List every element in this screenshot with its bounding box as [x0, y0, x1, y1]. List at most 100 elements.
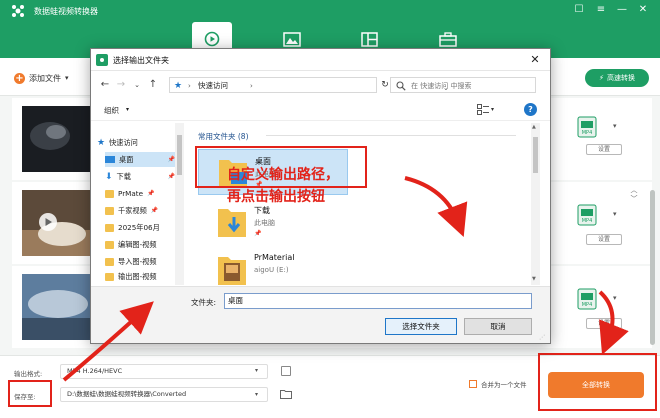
- collapse-expand-icon[interactable]: ︿ ﹀: [629, 186, 639, 208]
- annotation-line: 再点击输出按钮: [227, 189, 325, 205]
- folder-name-input[interactable]: 桌面: [224, 293, 532, 309]
- tree-item-folder[interactable]: 编辑图-视频: [105, 237, 175, 252]
- folder-icon: [105, 273, 114, 281]
- star-icon: ★: [174, 81, 183, 91]
- forward-arrow-icon[interactable]: →: [115, 78, 127, 92]
- settings-button[interactable]: 设置: [586, 144, 622, 155]
- dialog-nav-bar: ← → ⌄ ↑ ★ › 快速访问 › ⌄ ↻ 在 快速访问 中搜索: [91, 73, 550, 97]
- tree-item-folder[interactable]: 输出图-视频: [105, 271, 175, 283]
- tree-item-label: 编辑图-视频: [118, 239, 157, 249]
- save-path-select[interactable]: D:\数据蛙\数据蛙视频转换器\Converted: [60, 387, 268, 402]
- message-icon[interactable]: ☐: [572, 4, 586, 16]
- convert-icon: [204, 31, 220, 47]
- tree-scrollbar-thumb[interactable]: [177, 135, 182, 175]
- pin-icon: 📌: [167, 156, 175, 163]
- group-divider: [266, 135, 516, 136]
- hw-accel-button[interactable]: ⚡ 高速转换: [585, 69, 649, 87]
- format-settings-icon[interactable]: [281, 366, 291, 376]
- search-icon: [396, 81, 406, 91]
- tree-item-folder[interactable]: 导入图-视频: [105, 254, 175, 269]
- chevron-down-icon[interactable]: ▾: [255, 391, 258, 398]
- tree-item-label: 导入图-视频: [118, 256, 157, 266]
- app-logo-icon: [96, 54, 108, 66]
- close-icon[interactable]: ✕: [636, 4, 650, 16]
- folder-item-prmaterial[interactable]: PrMaterial aigoU (E:): [198, 247, 348, 285]
- folder-icon: [218, 257, 246, 285]
- chevron-down-icon[interactable]: ▾: [126, 106, 129, 113]
- address-bar[interactable]: ★ › 快速访问 › ⌄: [169, 77, 449, 93]
- dialog-title-bar: 选择输出文件夹 ✕: [91, 49, 550, 71]
- cancel-button[interactable]: 取消: [464, 318, 532, 335]
- mp4-format-icon[interactable]: MP4: [577, 116, 597, 138]
- download-folder-icon: [218, 209, 246, 237]
- help-icon[interactable]: ?: [524, 103, 537, 116]
- chevron-down-icon[interactable]: ▾: [613, 294, 617, 302]
- tree-item-folder[interactable]: 2025年06月: [105, 220, 175, 235]
- instruction-annotation: 自定义输出路径， 再点击输出按钮: [227, 164, 339, 208]
- resize-grip-icon[interactable]: ⋰: [539, 334, 545, 341]
- content-scrollbar-thumb[interactable]: [533, 137, 538, 173]
- back-arrow-icon[interactable]: ←: [99, 78, 111, 92]
- add-file-label: 添加文件: [29, 73, 61, 83]
- dialog-footer: 文件夹: 桌面 选择文件夹 取消 ⋰: [91, 286, 550, 343]
- tree-item-label: 下载: [116, 171, 131, 181]
- tree-item-folder[interactable]: 千家视频 📌: [105, 203, 175, 218]
- tree-item-quick-access[interactable]: ★ 快速访问: [97, 135, 138, 150]
- select-folder-button[interactable]: 选择文件夹: [385, 318, 457, 335]
- tree-item-desktop[interactable]: 桌面 📌: [105, 152, 175, 167]
- tree-item-label: 输出图-视频: [118, 272, 157, 281]
- minimize-icon[interactable]: —: [615, 4, 629, 16]
- svg-text:MP4: MP4: [582, 218, 593, 224]
- app-logo-icon: [12, 5, 24, 17]
- svg-text:MP4: MP4: [582, 130, 593, 136]
- chevron-down-icon[interactable]: ▾: [255, 367, 258, 374]
- desktop-icon: [105, 156, 115, 163]
- app-title: 数据蛙视频转换器: [34, 7, 98, 16]
- view-options-icon[interactable]: [477, 104, 489, 115]
- hw-accel-label: 高速转换: [606, 74, 635, 82]
- settings-button[interactable]: 设置: [586, 318, 622, 329]
- add-file-button[interactable]: + 添加文件 ▾: [14, 70, 69, 86]
- folder-label: 文件夹:: [191, 298, 217, 307]
- close-icon[interactable]: ✕: [527, 52, 543, 68]
- tree-item-download[interactable]: ⬇ 下载 📌: [105, 169, 175, 184]
- output-format-select[interactable]: MP4 H.264/HEVC: [60, 364, 268, 379]
- chevron-down-icon[interactable]: ⌄: [131, 78, 143, 92]
- pin-icon: 📌: [167, 173, 175, 180]
- image-icon: [283, 31, 301, 47]
- chevron-right-icon[interactable]: ›: [250, 79, 253, 93]
- menu-icon[interactable]: ≡: [594, 4, 608, 16]
- address-location[interactable]: 快速访问: [198, 79, 228, 93]
- scroll-up-icon[interactable]: ▲: [532, 124, 536, 130]
- scroll-down-icon[interactable]: ▼: [532, 276, 536, 282]
- chevron-down-icon[interactable]: ▾: [613, 210, 617, 218]
- search-placeholder: 在 快速访问 中搜索: [411, 82, 472, 90]
- dialog-command-bar: 组织 ▾ ▾ ?: [91, 99, 550, 121]
- up-arrow-icon[interactable]: ↑: [147, 78, 159, 92]
- chevron-down-icon[interactable]: ▾: [491, 106, 494, 113]
- chevron-right-icon: ›: [188, 82, 191, 90]
- toolbox-icon: [439, 31, 457, 47]
- mp4-format-icon[interactable]: MP4: [577, 288, 597, 310]
- folder-icon: [105, 223, 114, 232]
- pin-icon: 📌: [150, 207, 159, 214]
- svg-text:MP4: MP4: [582, 302, 593, 308]
- search-input[interactable]: 在 快速访问 中搜索: [390, 77, 536, 93]
- settings-button[interactable]: 设置: [586, 234, 622, 245]
- merge-checkbox[interactable]: [469, 380, 477, 388]
- annotation-line: 自定义输出路径，: [227, 167, 339, 183]
- tree-item-folder[interactable]: PrMate 📌: [105, 186, 175, 201]
- video-thumbnail: [22, 106, 96, 172]
- organize-menu[interactable]: 组织: [104, 105, 119, 116]
- chevron-down-icon: ▾: [65, 74, 69, 82]
- tree-item-label: 快速访问: [109, 137, 138, 147]
- merge-label: 合并为一个文件: [481, 381, 527, 389]
- group-header[interactable]: 常用文件夹 (8): [198, 131, 249, 142]
- tree-item-label: 千家视频: [118, 205, 147, 215]
- folder-open-icon[interactable]: [280, 389, 292, 399]
- folder-icon: [105, 257, 114, 266]
- mp4-format-icon[interactable]: MP4: [577, 204, 597, 226]
- tree-item-label: 桌面: [119, 154, 134, 164]
- chevron-down-icon[interactable]: ▾: [613, 122, 617, 130]
- list-scrollbar[interactable]: [650, 190, 655, 345]
